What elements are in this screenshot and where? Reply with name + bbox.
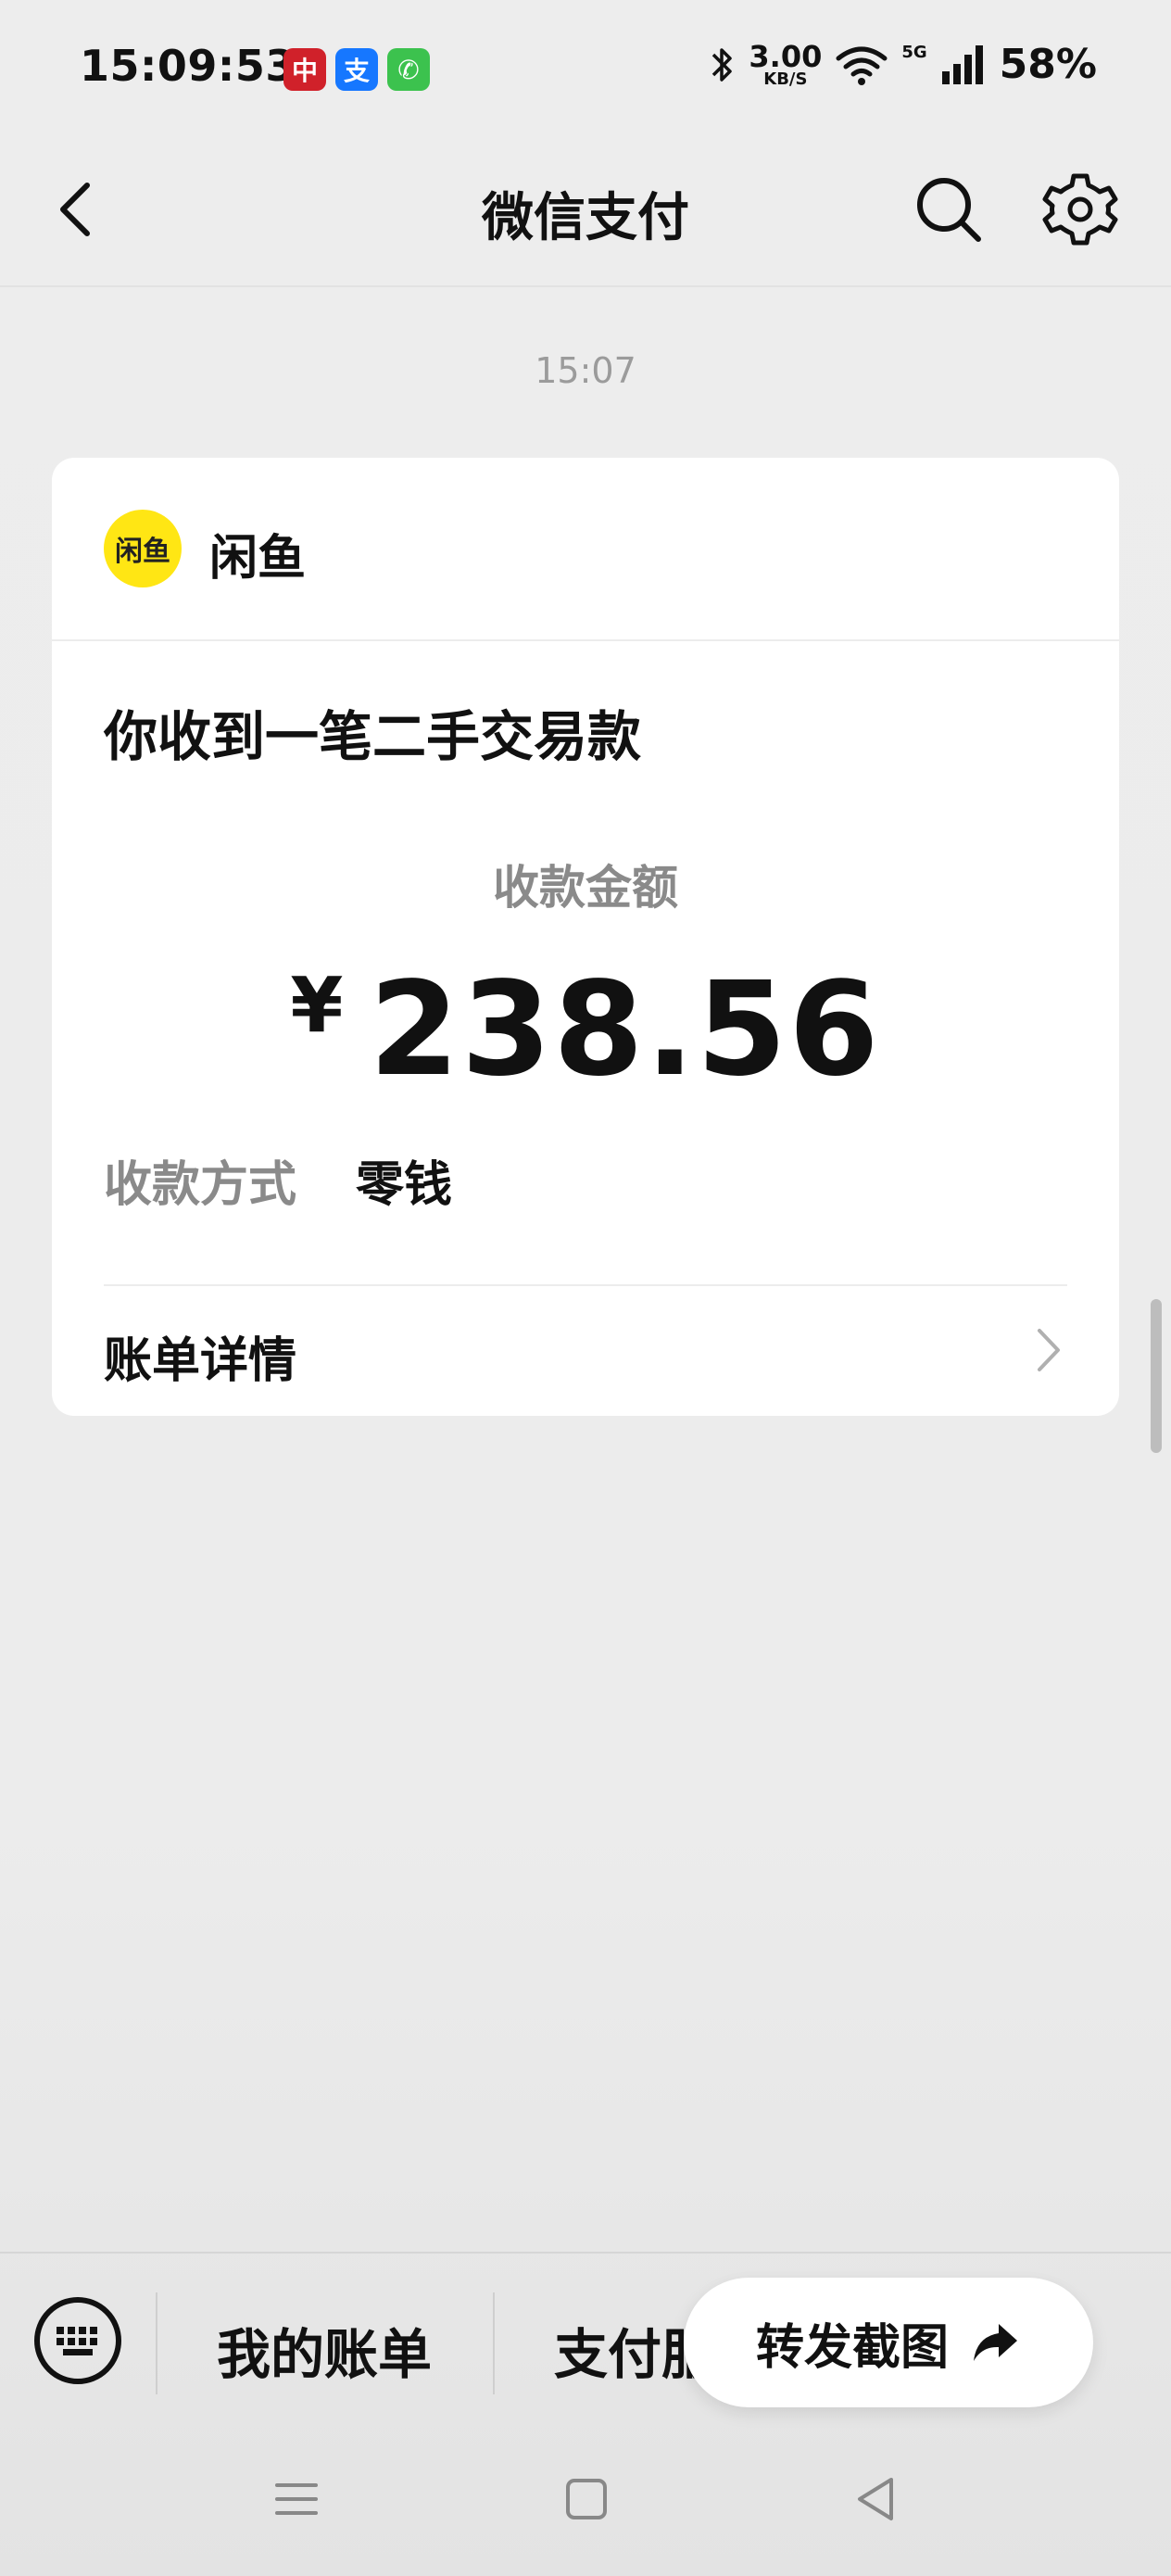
merchant-name: 闲鱼	[209, 531, 307, 587]
menu-separator	[493, 2292, 495, 2394]
forward-screenshot-button[interactable]: 转发截图	[684, 2278, 1093, 2407]
alipay-icon: 支	[335, 48, 378, 91]
net-speed-unit: KB/S	[763, 69, 808, 89]
card-title: 你收到一笔二手交易款	[104, 705, 642, 768]
citic-bank-icon: 中	[283, 48, 326, 91]
menu-item-my-bills[interactable]: 我的账单	[217, 2311, 432, 2389]
card-header[interactable]: 闲鱼 闲鱼	[52, 458, 1119, 641]
page-title: 微信支付	[482, 188, 689, 248]
forward-screenshot-label: 转发截图	[755, 2319, 949, 2376]
message-timestamp: 15:07	[535, 350, 636, 391]
share-arrow-icon	[974, 2324, 1017, 2361]
wifi-icon	[836, 46, 888, 85]
amount-label: 收款金额	[493, 861, 678, 915]
network-type: 5G	[901, 43, 927, 62]
currency-symbol: ¥	[290, 962, 344, 1050]
notification-app-icons: 中 支 ✆	[283, 48, 430, 91]
xianyu-logo-icon: 闲鱼	[104, 510, 182, 587]
bill-details-link[interactable]: 账单详情	[104, 1321, 296, 1391]
payment-card[interactable]: 闲鱼 闲鱼 你收到一笔二手交易款 收款金额 ¥238.56 收款方式 零钱 账单…	[52, 458, 1119, 1416]
signal-icon	[941, 44, 983, 84]
card-divider	[104, 1284, 1067, 1286]
amount-value: 238.56	[369, 954, 881, 1105]
bottom-menu: 我的账单 支付服务 转发截图	[0, 2252, 1171, 2430]
payment-method-label: 收款方式	[104, 1157, 297, 1213]
back-nav-icon[interactable]	[843, 2467, 908, 2532]
chevron-right-icon[interactable]	[1019, 1318, 1075, 1383]
bluetooth-icon	[712, 47, 733, 82]
payment-method-value: 零钱	[356, 1157, 453, 1213]
keyboard-icon[interactable]	[31, 2294, 124, 2387]
battery-level: 58%	[999, 41, 1097, 88]
search-icon[interactable]	[910, 170, 988, 248]
status-time: 15:09:53	[80, 41, 296, 91]
phone-icon: ✆	[387, 48, 430, 91]
nav-bar: 微信支付	[0, 139, 1171, 287]
menu-icon[interactable]	[264, 2467, 329, 2532]
net-speed: 3.00 KB/S	[749, 42, 822, 88]
home-icon[interactable]	[554, 2467, 619, 2532]
amount-display: ¥238.56	[52, 954, 1119, 1105]
status-indicators: 3.00 KB/S 5G 58%	[708, 41, 1097, 88]
scrollbar-thumb[interactable]	[1151, 1299, 1162, 1453]
system-navigation-bar	[0, 2428, 1171, 2576]
menu-separator	[156, 2292, 157, 2394]
status-bar: 15:09:53 中 支 ✆ 3.00 KB/S 5G 58%	[0, 0, 1171, 139]
net-speed-value: 3.00	[749, 38, 823, 74]
gear-icon[interactable]	[1041, 170, 1119, 248]
